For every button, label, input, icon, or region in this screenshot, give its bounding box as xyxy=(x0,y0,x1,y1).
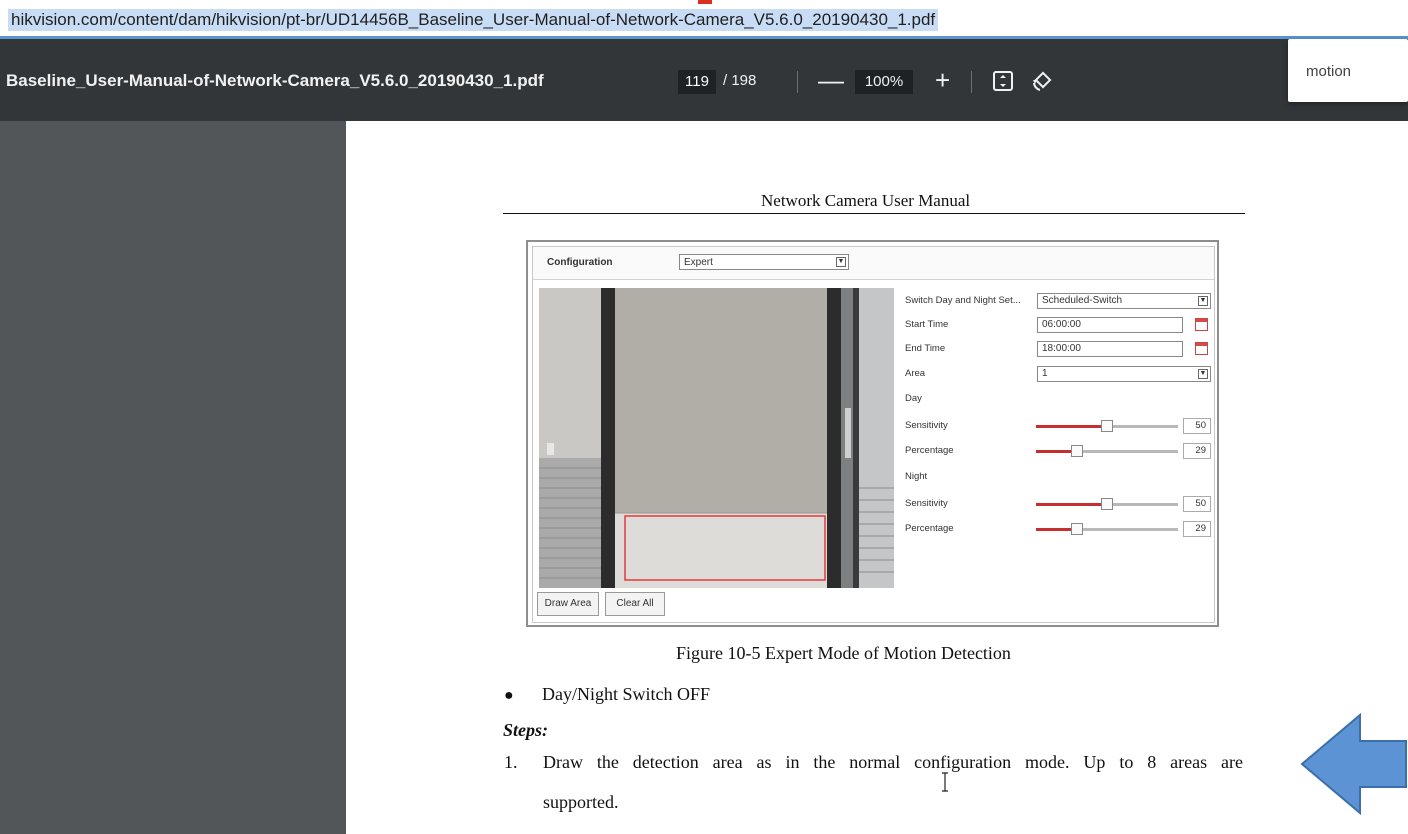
clear-all-button: Clear All xyxy=(605,592,665,616)
find-input[interactable]: motion xyxy=(1306,63,1351,80)
night-sensitivity-value: 50 xyxy=(1183,496,1211,512)
night-label: Night xyxy=(905,471,928,482)
night-percentage-slider xyxy=(1036,523,1178,535)
zoom-out-button[interactable]: — xyxy=(818,63,844,97)
config-label: Configuration xyxy=(547,257,613,268)
annotation-arrow-icon xyxy=(1300,713,1407,815)
slider-fill xyxy=(1036,425,1107,428)
switch-day-night-value: Scheduled-Switch xyxy=(1042,295,1123,306)
start-time-label: Start Time xyxy=(905,319,949,330)
switch-day-night-label: Switch Day and Night Set... xyxy=(905,295,1021,306)
pdf-toolbar: Baseline_User-Manual-of-Network-Camera_V… xyxy=(0,39,1408,121)
bullet-icon: ● xyxy=(504,687,514,704)
start-time-input: 06:00:00 xyxy=(1037,317,1183,333)
address-bar[interactable]: hikvision.com/content/dam/hikvision/pt-b… xyxy=(0,0,1408,39)
end-time-label: End Time xyxy=(905,343,946,354)
draw-area-button: Draw Area xyxy=(537,592,599,616)
running-header: Network Camera User Manual xyxy=(761,191,971,210)
camera-scene xyxy=(539,288,894,588)
dropdown-arrow-icon: ▼ xyxy=(836,257,846,267)
tab-indicator xyxy=(698,0,712,4)
document-title: Baseline_User-Manual-of-Network-Camera_V… xyxy=(6,71,544,90)
slider-thumb xyxy=(1101,420,1113,432)
fit-to-page-icon[interactable] xyxy=(992,70,1014,92)
dropdown-arrow-icon: ▼ xyxy=(1198,296,1208,306)
slider-thumb xyxy=(1071,523,1084,535)
pdf-viewer[interactable]: Network Camera User Manual Configuration… xyxy=(0,121,1408,834)
bullet-text: Day/Night Switch OFF xyxy=(542,684,711,704)
config-header: Configuration Expert ▼ xyxy=(533,247,1214,280)
text-cursor-icon xyxy=(942,772,948,792)
switch-day-night-select: Scheduled-Switch ▼ xyxy=(1037,293,1211,309)
rotate-icon[interactable] xyxy=(1030,69,1054,93)
zoom-level-input[interactable]: 100% xyxy=(855,70,913,94)
day-label: Day xyxy=(905,393,922,404)
camera-preview xyxy=(539,288,894,588)
config-panel: Configuration Expert ▼ Draw Area Clear A… xyxy=(532,246,1215,623)
mode-select: Expert ▼ xyxy=(679,254,849,270)
slider-fill xyxy=(1036,503,1107,506)
find-bar[interactable]: motion xyxy=(1288,39,1408,102)
calendar-icon xyxy=(1195,342,1208,355)
day-percentage-slider xyxy=(1036,445,1178,457)
day-percentage-value: 29 xyxy=(1183,443,1211,459)
step-text: Draw the detection area as in the normal… xyxy=(543,752,1243,772)
url-text[interactable]: hikvision.com/content/dam/hikvision/pt-b… xyxy=(8,9,939,31)
mode-select-value: Expert xyxy=(684,257,713,268)
figure-caption: Figure 10-5 Expert Mode of Motion Detect… xyxy=(676,643,1011,663)
area-value: 1 xyxy=(1042,368,1048,379)
dropdown-arrow-icon: ▼ xyxy=(1198,369,1208,379)
day-sensitivity-slider xyxy=(1036,420,1178,432)
slider-thumb xyxy=(1071,445,1084,457)
step-text-continued: supported. xyxy=(543,792,619,812)
figure-screenshot: Configuration Expert ▼ Draw Area Clear A… xyxy=(526,240,1219,627)
toolbar-divider xyxy=(797,71,798,93)
night-sensitivity-label: Sensitivity xyxy=(905,498,948,509)
zoom-in-button[interactable]: + xyxy=(935,63,950,97)
end-time-input: 18:00:00 xyxy=(1037,341,1183,357)
night-percentage-value: 29 xyxy=(1183,521,1211,537)
day-sensitivity-label: Sensitivity xyxy=(905,420,948,431)
steps-heading: Steps: xyxy=(503,720,548,740)
page-total: / 198 xyxy=(723,72,757,89)
step-number: 1. xyxy=(504,752,518,772)
area-label: Area xyxy=(905,368,926,379)
day-percentage-label: Percentage xyxy=(905,445,954,456)
calendar-icon xyxy=(1195,318,1208,331)
slider-thumb xyxy=(1101,498,1113,510)
page-number-input[interactable]: 119 xyxy=(678,70,716,94)
night-sensitivity-slider xyxy=(1036,498,1178,510)
pdf-page: Network Camera User Manual Configuration… xyxy=(346,121,1408,834)
night-percentage-label: Percentage xyxy=(905,523,954,534)
area-select: 1 ▼ xyxy=(1037,366,1211,382)
header-rule xyxy=(503,213,1245,214)
toolbar-divider xyxy=(971,71,972,93)
day-sensitivity-value: 50 xyxy=(1183,418,1211,434)
